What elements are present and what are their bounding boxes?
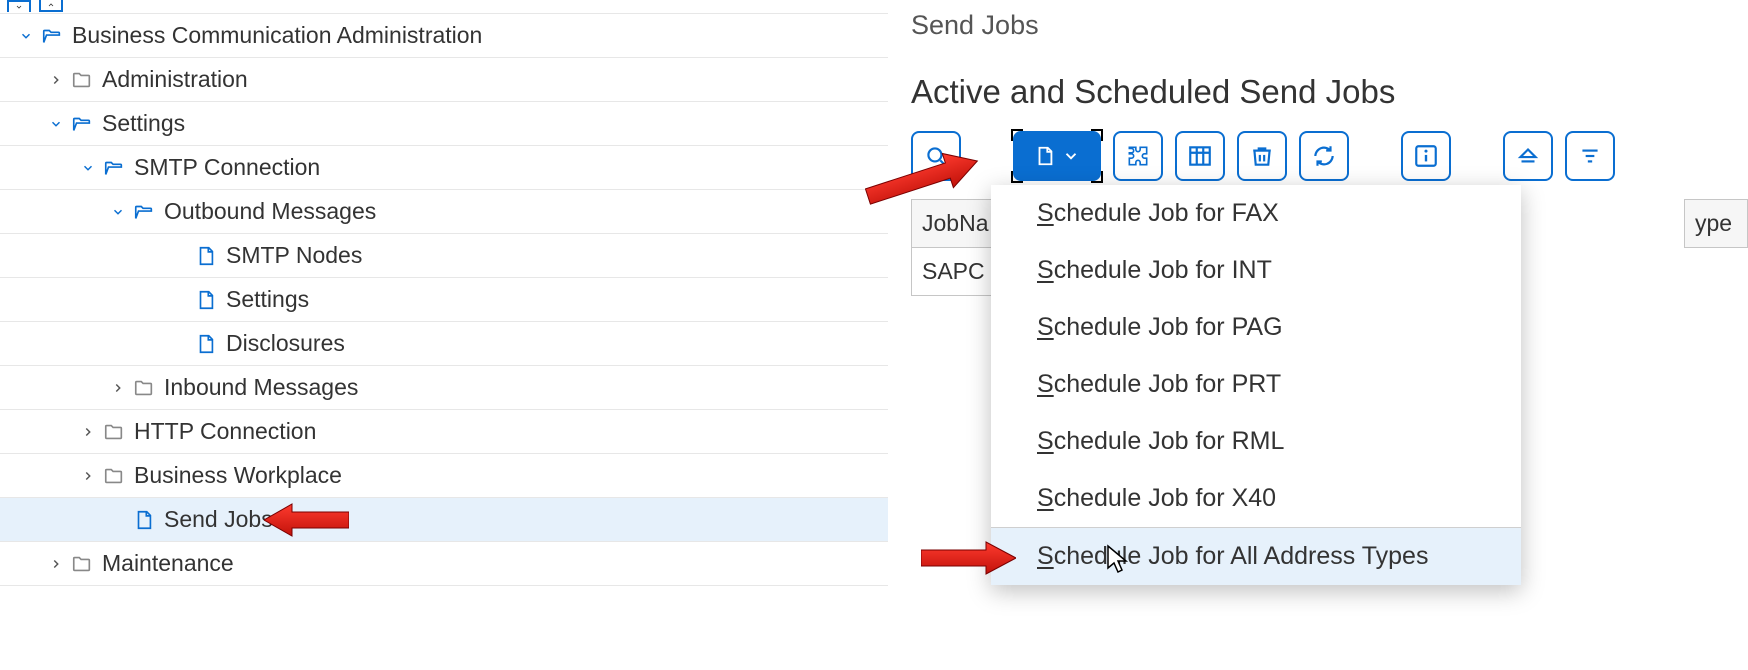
chevron-down-icon[interactable] — [46, 114, 66, 134]
document-icon — [194, 244, 218, 268]
menu-item[interactable]: Schedule Job for PRT — [991, 356, 1521, 413]
main-panel: Send Jobs Active and Scheduled Send Jobs… — [889, 0, 1748, 670]
caret-placeholder — [108, 510, 128, 530]
tree-item-label: Inbound Messages — [164, 374, 358, 401]
info-button[interactable] — [1401, 131, 1451, 181]
toolbar-stub — [0, 0, 888, 13]
caret-placeholder — [170, 334, 190, 354]
tree-item-label: Business Workplace — [134, 462, 342, 489]
tree-item-label: Disclosures — [226, 330, 345, 357]
tree-item[interactable]: Settings — [0, 278, 888, 322]
navigation-tree: Business Communication Administration Adm… — [0, 0, 889, 670]
chevron-down-icon[interactable] — [7, 0, 31, 12]
folder-icon — [132, 376, 156, 400]
tree-item-label: SMTP Connection — [134, 154, 320, 181]
tree-item[interactable]: Outbound Messages — [0, 190, 888, 234]
tree-item[interactable]: Disclosures — [0, 322, 888, 366]
tree-item[interactable]: Business Communication Administration — [0, 14, 888, 58]
folder-open-icon — [102, 156, 126, 180]
column-header-type[interactable]: ype — [1684, 199, 1748, 248]
toolbar — [911, 131, 1748, 181]
search-button[interactable] — [911, 131, 961, 181]
tree-item[interactable]: SMTP Connection — [0, 146, 888, 190]
tree-item-label: Maintenance — [102, 550, 234, 577]
folder-open-icon — [70, 112, 94, 136]
tree-item[interactable]: HTTP Connection — [0, 410, 888, 454]
menu-item[interactable]: Schedule Job for FAX — [991, 185, 1521, 242]
tree-item-label: HTTP Connection — [134, 418, 316, 445]
delete-button[interactable] — [1237, 131, 1287, 181]
chevron-down-icon[interactable] — [108, 202, 128, 222]
chevron-right-icon[interactable] — [46, 554, 66, 574]
chevron-right-icon[interactable] — [78, 466, 98, 486]
schedule-job-menu: Schedule Job for FAXSchedule Job for INT… — [991, 185, 1521, 585]
tree-item[interactable]: SMTP Nodes — [0, 234, 888, 278]
columns-button[interactable] — [1175, 131, 1225, 181]
chevron-right-icon[interactable] — [46, 70, 66, 90]
tree-item[interactable]: Inbound Messages — [0, 366, 888, 410]
folder-icon — [102, 464, 126, 488]
chevron-up-icon[interactable] — [39, 0, 63, 12]
tree-item-label: Administration — [102, 66, 248, 93]
chevron-right-icon[interactable] — [78, 422, 98, 442]
filter-button[interactable] — [1565, 131, 1615, 181]
tree-item-label: Settings — [102, 110, 185, 137]
extension-button[interactable] — [1113, 131, 1163, 181]
tree-item-label: Outbound Messages — [164, 198, 376, 225]
chevron-down-icon[interactable] — [16, 26, 36, 46]
document-icon — [132, 508, 156, 532]
menu-item[interactable]: Schedule Job for INT — [991, 242, 1521, 299]
menu-item[interactable]: Schedule Job for X40 — [991, 470, 1521, 527]
menu-item[interactable]: Schedule Job for RML — [991, 413, 1521, 470]
tree-item[interactable]: Settings — [0, 102, 888, 146]
tree-item[interactable]: Administration — [0, 58, 888, 102]
tree-item-label: Send Jobs — [164, 506, 273, 533]
section-title: Active and Scheduled Send Jobs — [911, 73, 1748, 111]
sort-button[interactable] — [1503, 131, 1553, 181]
page-title: Send Jobs — [911, 10, 1748, 41]
refresh-button[interactable] — [1299, 131, 1349, 181]
folder-icon — [70, 68, 94, 92]
tree-item[interactable]: Send Jobs — [0, 498, 888, 542]
tree-item-label: Business Communication Administration — [72, 22, 482, 49]
folder-open-icon — [132, 200, 156, 224]
tree-item[interactable]: Maintenance — [0, 542, 888, 586]
folder-icon — [70, 552, 94, 576]
chevron-right-icon[interactable] — [108, 378, 128, 398]
document-icon — [194, 332, 218, 356]
chevron-down-icon[interactable] — [78, 158, 98, 178]
tree-item[interactable]: Business Workplace — [0, 454, 888, 498]
document-icon — [194, 288, 218, 312]
menu-item[interactable]: Schedule Job for PAG — [991, 299, 1521, 356]
tree-item-label: SMTP Nodes — [226, 242, 362, 269]
create-dropdown-button[interactable] — [1013, 131, 1101, 181]
caret-placeholder — [170, 290, 190, 310]
folder-open-icon — [40, 24, 64, 48]
tree-item-label: Settings — [226, 286, 309, 313]
caret-placeholder — [170, 246, 190, 266]
menu-item[interactable]: Schedule Job for All Address Types — [991, 527, 1521, 585]
folder-icon — [102, 420, 126, 444]
